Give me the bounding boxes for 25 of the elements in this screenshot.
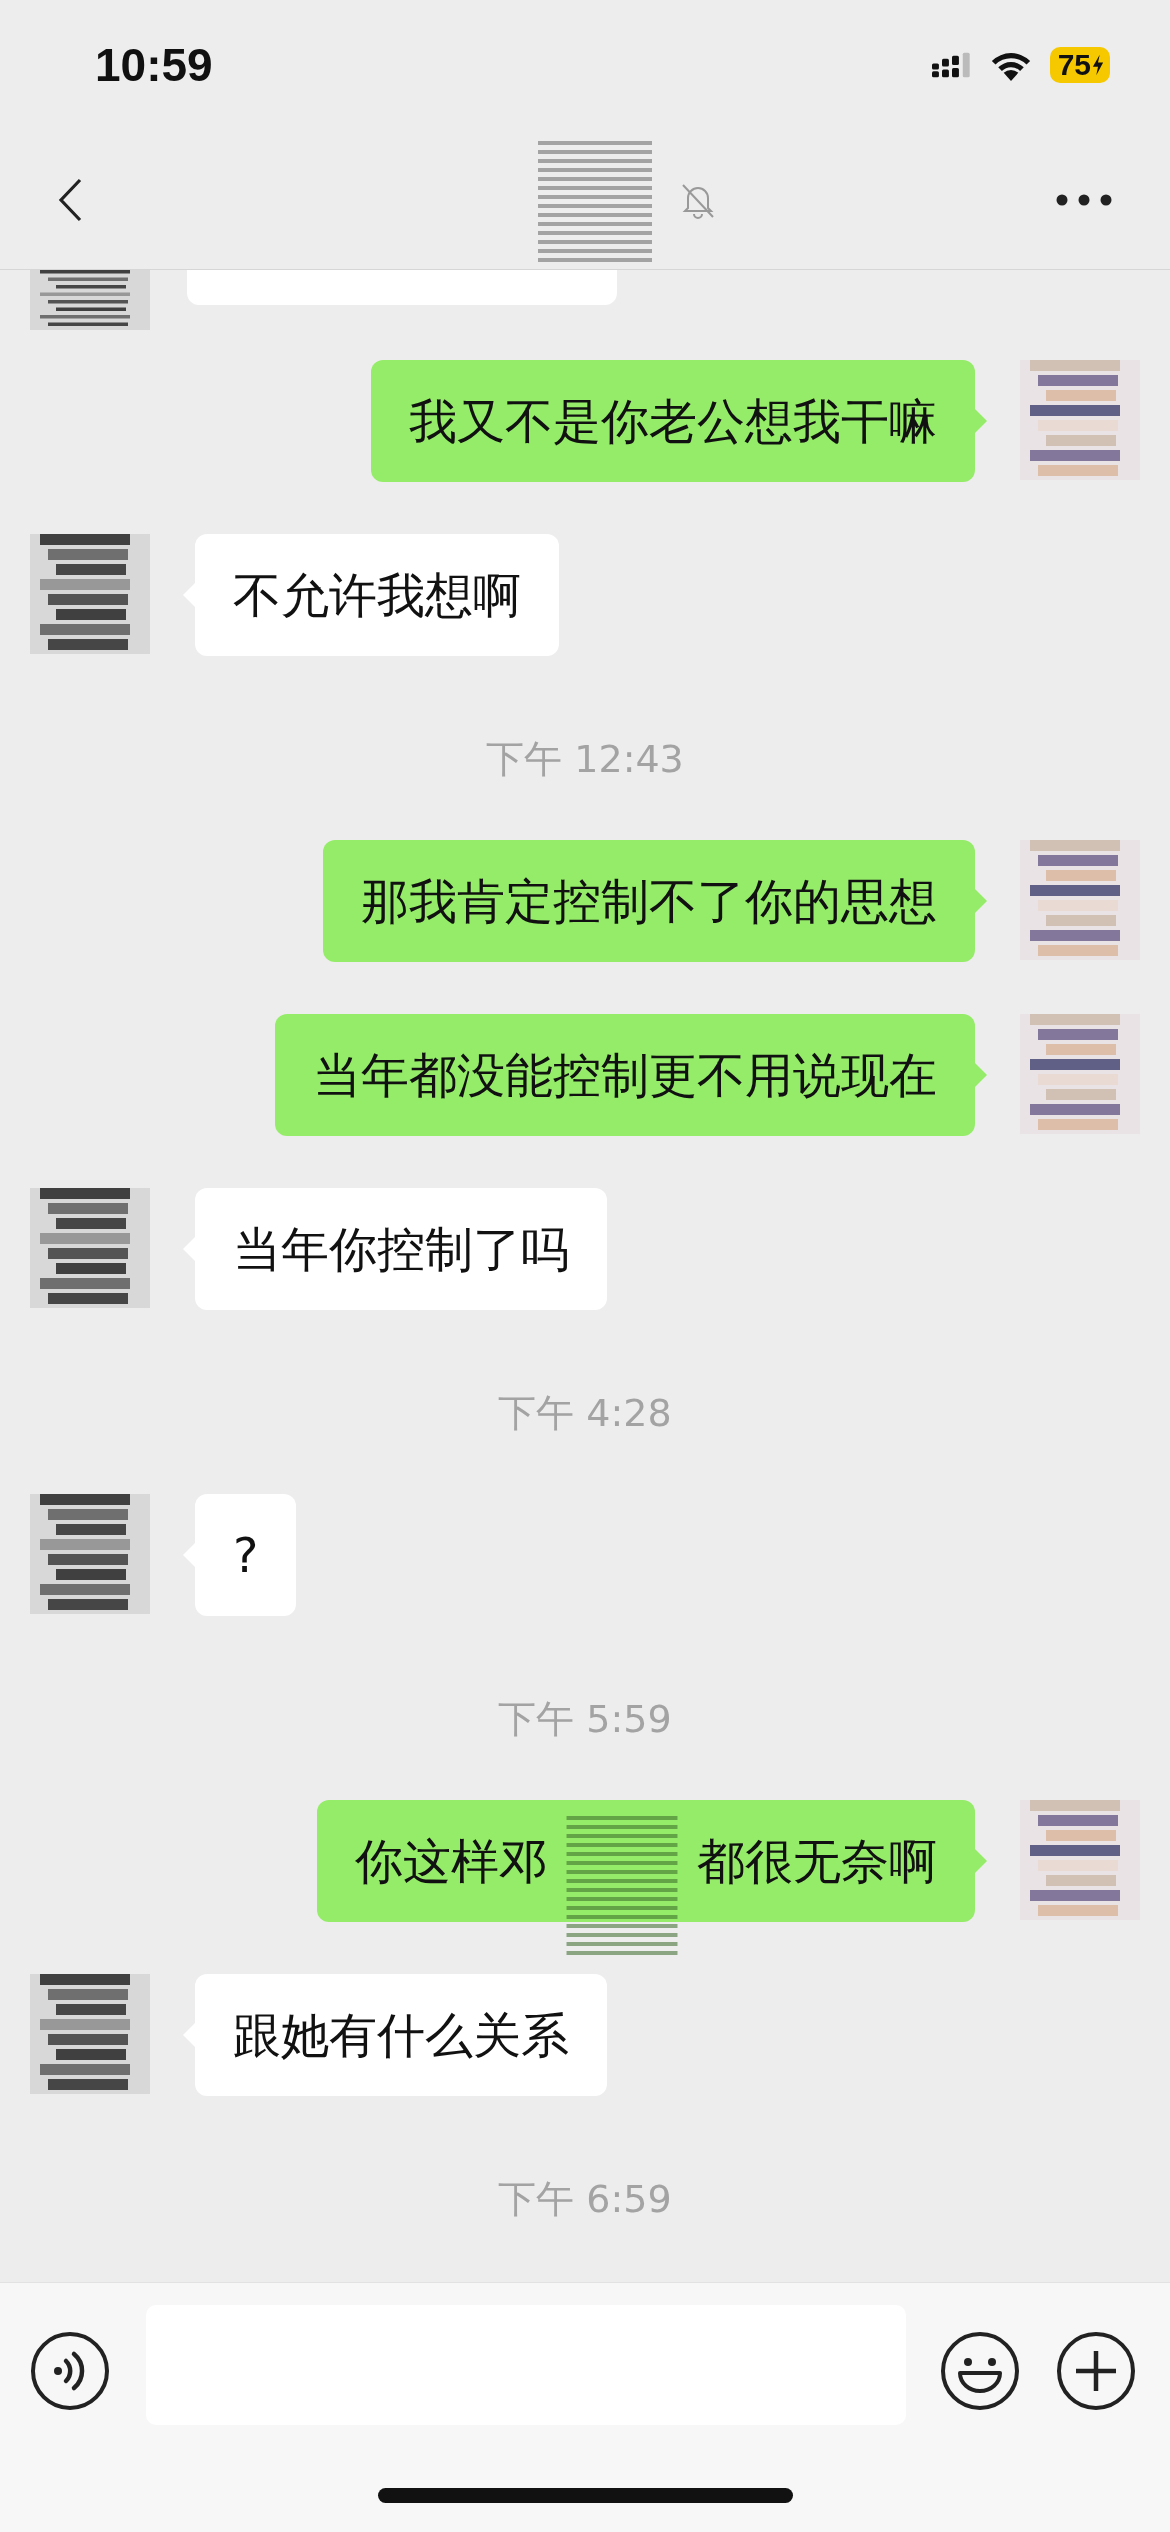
message-text: 都很无奈啊 <box>697 1832 937 1891</box>
voice-icon[interactable] <box>30 2331 110 2411</box>
timestamp: 下午 12:43 <box>486 735 684 783</box>
message-text: 你这样邓 <box>355 1832 547 1891</box>
signal-icon <box>931 50 972 80</box>
bubble-tail <box>975 889 987 913</box>
timestamp: 下午 5:59 <box>498 1695 672 1743</box>
message-bubble: 不允许我想啊 <box>195 534 559 656</box>
message-bubble: 我又不是你老公想我干嘛 <box>371 360 975 482</box>
bubble-tail <box>975 1063 987 1087</box>
plus-icon[interactable] <box>1056 2331 1136 2411</box>
clock-time: 10:59 <box>95 38 213 92</box>
message-bubble: ? <box>195 1494 297 1616</box>
more-icon[interactable] <box>1056 193 1112 206</box>
timestamp: 下午 4:28 <box>498 1389 672 1437</box>
bubble-tail <box>975 409 987 433</box>
back-icon[interactable] <box>58 177 82 222</box>
message-bubble: 当年你控制了吗 <box>195 1188 607 1310</box>
battery-indicator: 75 <box>1049 47 1110 83</box>
message-bubble: 那我肯定控制不了你的思想 <box>323 840 975 962</box>
message-bubble: 跟她有什么关系 <box>195 1974 607 2096</box>
message-bubble: 当年都没能控制更不用说现在 <box>275 1014 975 1136</box>
timestamp: 下午 6:59 <box>498 2175 672 2223</box>
emoji-icon[interactable] <box>940 2331 1020 2411</box>
charging-icon <box>1092 54 1104 76</box>
